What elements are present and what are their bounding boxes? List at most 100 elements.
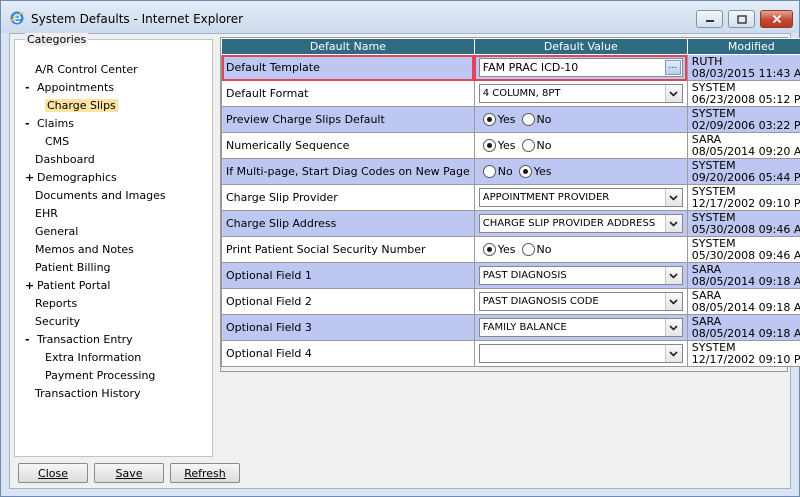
- radio-label[interactable]: Yes: [534, 165, 552, 178]
- value-dropdown[interactable]: PAST DIAGNOSIS CODE: [478, 292, 683, 311]
- chevron-down-icon: [669, 350, 678, 357]
- app-window: System Defaults - Internet Explorer Cate…: [0, 0, 800, 497]
- save-button[interactable]: Save: [94, 463, 164, 483]
- maximize-button[interactable]: [728, 10, 755, 28]
- row-modified: SARA 08/05/2014 09:20 AM: [686, 132, 800, 159]
- tree-item[interactable]: Documents and Images: [35, 188, 166, 203]
- radio-label[interactable]: No: [537, 113, 552, 126]
- close-button-label: Close: [38, 466, 68, 480]
- tree-item[interactable]: General: [35, 224, 78, 239]
- tree-item[interactable]: EHR: [35, 206, 58, 221]
- radio-yes[interactable]: [482, 113, 496, 126]
- close-window-button[interactable]: [760, 10, 793, 28]
- tree-item[interactable]: Patient Billing: [35, 260, 111, 275]
- tree-item[interactable]: - Appointments: [25, 80, 114, 95]
- value-dropdown[interactable]: APPOINTMENT PROVIDER: [478, 188, 683, 207]
- dropdown-arrow[interactable]: [664, 85, 682, 102]
- table-row[interactable]: Default Template FAM PRAC ICD-10... RUTH 08…: [221, 54, 800, 81]
- close-button[interactable]: Close: [18, 463, 88, 483]
- tree-item[interactable]: + Patient Portal: [25, 278, 110, 293]
- template-field[interactable]: FAM PRAC ICD-10...: [478, 58, 683, 77]
- row-modified: SYSTEM 12/17/2002 09:10 PM: [686, 340, 800, 367]
- tree-item-label: Transaction History: [35, 387, 141, 400]
- table-row[interactable]: Default Format 4 COLUMN, 8PT SYSTEM 06/23/2…: [221, 80, 800, 107]
- modified-date: 05/30/2008 09:46 AM: [691, 248, 800, 262]
- row-modified: SARA 08/05/2014 09:18 AM: [686, 262, 800, 289]
- tree-item[interactable]: Extra Information: [45, 350, 141, 365]
- window-title: System Defaults - Internet Explorer: [31, 12, 244, 26]
- tree-item[interactable]: Dashboard: [35, 152, 95, 167]
- expand-icon[interactable]: +: [25, 170, 37, 185]
- radio-yes[interactable]: [518, 165, 532, 178]
- value-dropdown[interactable]: CHARGE SLIP PROVIDER ADDRESS: [478, 214, 683, 233]
- tree-item-label: General: [35, 225, 79, 238]
- radio-label[interactable]: No: [498, 165, 513, 178]
- tree-item[interactable]: Transaction History: [35, 386, 141, 401]
- radio-group: No Yes: [479, 165, 683, 178]
- table-row[interactable]: If Multi-page, Start Diag Codes on New P…: [221, 158, 800, 185]
- value-dropdown[interactable]: [478, 344, 683, 363]
- browse-button[interactable]: ...: [664, 60, 681, 75]
- row-default-name: Default Format: [221, 80, 475, 107]
- table-row[interactable]: Charge Slip Address CHARGE SLIP PROVIDER …: [221, 210, 800, 237]
- radio-no[interactable]: [482, 165, 496, 178]
- row-default-name: Optional Field 2: [221, 288, 475, 315]
- tree-item[interactable]: - Transaction Entry: [25, 332, 133, 347]
- radio-yes[interactable]: [482, 139, 496, 152]
- row-modified: SYSTEM 05/30/2008 09:46 AM: [686, 210, 800, 237]
- collapse-icon[interactable]: -: [25, 80, 37, 95]
- value-dropdown[interactable]: 4 COLUMN, 8PT: [478, 84, 683, 103]
- table-row[interactable]: Optional Field 3 FAMILY BALANCE SARA 08/05/…: [221, 314, 800, 341]
- table-row[interactable]: Charge Slip Provider APPOINTMENT PROVIDER…: [221, 184, 800, 211]
- radio-label[interactable]: No: [537, 139, 552, 152]
- dropdown-arrow[interactable]: [664, 215, 682, 232]
- header-modified[interactable]: Modified: [686, 38, 800, 55]
- radio-no[interactable]: [521, 139, 535, 152]
- value-dropdown[interactable]: PAST DIAGNOSIS: [478, 266, 683, 285]
- table-row[interactable]: Numerically Sequence Yes No SARA 08/05/2014 …: [221, 132, 800, 159]
- tree-item[interactable]: Security: [35, 314, 80, 329]
- tree-item[interactable]: Charge Slips: [45, 98, 118, 113]
- expand-icon[interactable]: +: [25, 278, 37, 293]
- table-row[interactable]: Preview Charge Slips Default Yes No SYSTEM 0…: [221, 106, 800, 133]
- collapse-icon[interactable]: -: [25, 332, 37, 347]
- tree-item-label: EHR: [35, 207, 58, 220]
- header-default-name[interactable]: Default Name: [221, 38, 475, 55]
- modified-user: SYSTEM: [691, 184, 736, 198]
- table-row[interactable]: Print Patient Social Security Number Yes N…: [221, 236, 800, 263]
- tree-item[interactable]: Reports: [35, 296, 77, 311]
- row-default-name: Preview Charge Slips Default: [221, 106, 475, 133]
- tree-item[interactable]: Payment Processing: [45, 368, 155, 383]
- table-row[interactable]: Optional Field 1 PAST DIAGNOSIS SARA 08/05/…: [221, 262, 800, 289]
- dropdown-arrow[interactable]: [664, 319, 682, 336]
- radio-group: Yes No: [479, 243, 683, 256]
- radio-yes[interactable]: [482, 243, 496, 256]
- dropdown-arrow[interactable]: [664, 345, 682, 362]
- tree-item[interactable]: Memos and Notes: [35, 242, 134, 257]
- categories-legend: Categories: [25, 33, 89, 46]
- tree-item[interactable]: + Demographics: [25, 170, 117, 185]
- dropdown-arrow[interactable]: [664, 293, 682, 310]
- refresh-button[interactable]: Refresh: [170, 463, 240, 483]
- radio-no[interactable]: [521, 113, 535, 126]
- tree-item[interactable]: CMS: [45, 134, 69, 149]
- value-dropdown[interactable]: FAMILY BALANCE: [478, 318, 683, 337]
- table-row[interactable]: Optional Field 2 PAST DIAGNOSIS CODE SARA 0…: [221, 288, 800, 315]
- radio-label[interactable]: Yes: [498, 139, 516, 152]
- radio-no[interactable]: [521, 243, 535, 256]
- table-row[interactable]: Optional Field 4 SYSTEM 12/17/2002 09:10 P…: [221, 340, 800, 367]
- title-bar[interactable]: System Defaults - Internet Explorer: [1, 1, 799, 33]
- tree-item[interactable]: - Claims: [25, 116, 74, 131]
- radio-label[interactable]: Yes: [498, 113, 516, 126]
- tree-item[interactable]: A/R Control Center: [35, 62, 138, 77]
- radio-label[interactable]: Yes: [498, 243, 516, 256]
- header-default-value[interactable]: Default Value: [473, 38, 688, 55]
- minimize-button[interactable]: [696, 10, 723, 28]
- dropdown-arrow[interactable]: [664, 189, 682, 206]
- dropdown-arrow[interactable]: [664, 267, 682, 284]
- row-default-name: Optional Field 1: [221, 262, 475, 289]
- collapse-icon[interactable]: -: [25, 116, 37, 131]
- chevron-down-icon: [669, 298, 678, 305]
- modified-user: RUTH: [691, 54, 723, 68]
- radio-label[interactable]: No: [537, 243, 552, 256]
